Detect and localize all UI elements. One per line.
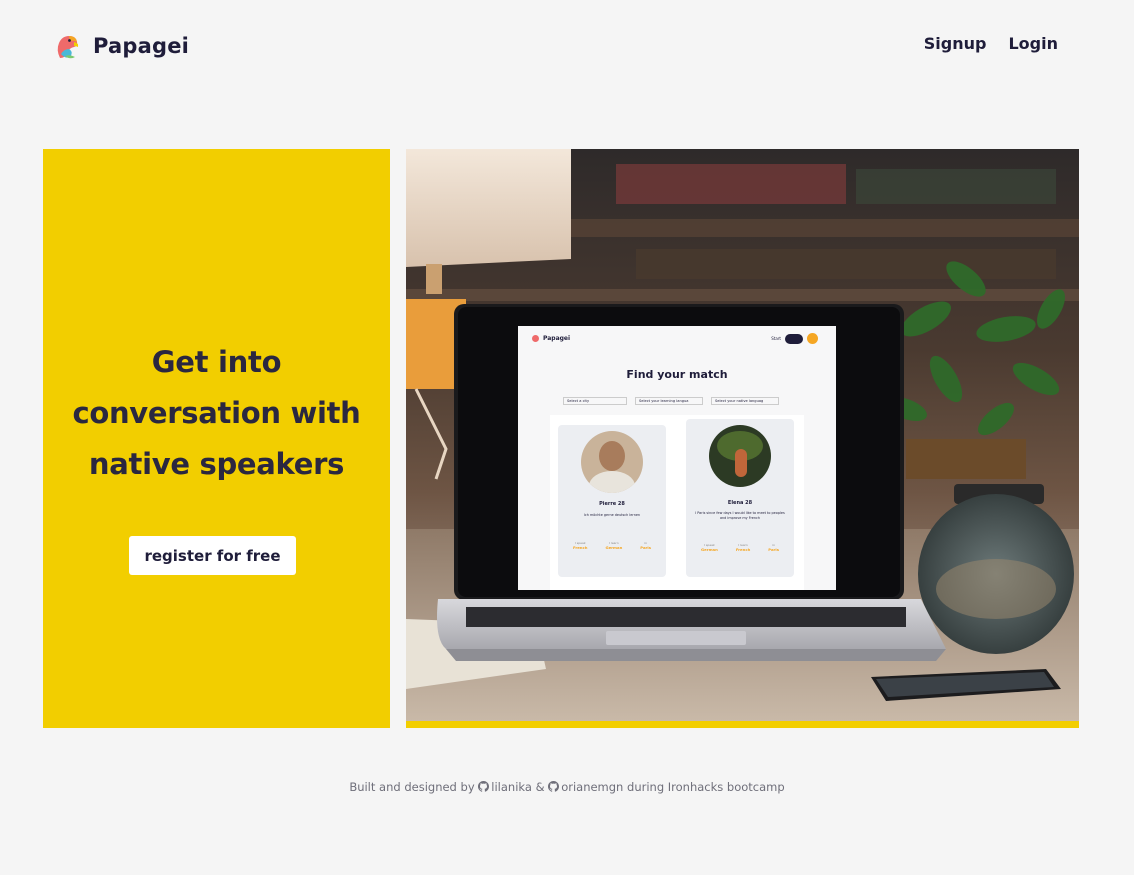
mockup-stat: in Paris <box>640 541 651 550</box>
mockup-stat-value: German <box>605 545 623 550</box>
mockup-card-stats: I speak French I learn German in Paris <box>564 541 660 550</box>
author-link-orianemgn[interactable]: orianemgn <box>561 780 623 794</box>
mockup-header: Papagei <box>532 335 570 342</box>
top-nav: Signup Login <box>924 34 1058 53</box>
signup-link[interactable]: Signup <box>924 34 987 53</box>
mockup-card-bio: I Paris since few days I would like to m… <box>695 511 785 520</box>
mockup-stat-value: Paris <box>768 547 779 552</box>
mockup-screen: Papagei Start Find your match Select a c… <box>518 326 836 590</box>
hero-card: Get into conversation with native speake… <box>43 149 390 728</box>
mockup-card-stats: I speak German I learn French in Paris <box>692 543 788 552</box>
mockup-card-name: Pierre 28 <box>599 501 625 507</box>
register-button[interactable]: register for free <box>129 536 296 575</box>
mockup-stat-value: French <box>735 547 751 552</box>
mockup-card: Pierre 28 Ich möchte gerne deutsch lerne… <box>558 425 666 577</box>
footer-suffix: during Ironhacks bootcamp <box>627 780 785 794</box>
mockup-nav-label: Start <box>771 336 781 341</box>
parrot-logo-icon <box>57 35 79 58</box>
mockup-stat: I learn French <box>736 543 750 552</box>
mockup-stat: in Paris <box>768 543 779 552</box>
hero-title: Get into conversation with native speake… <box>61 337 372 490</box>
site-footer: Built and designed by lilanika & orianem… <box>0 780 1134 794</box>
mockup-nav: Start <box>771 333 818 344</box>
mockup-stat-value: Paris <box>640 545 651 550</box>
mockup-stat: I speak German <box>701 543 718 552</box>
mockup-card-name: Elena 28 <box>727 500 753 506</box>
mockup-stat: I learn German <box>605 541 622 550</box>
hero-image: Papagei Start Find your match Select a c… <box>406 149 1079 728</box>
mockup-stat: I speak French <box>573 541 587 550</box>
mockup-stat-value: French <box>573 545 588 550</box>
mockup-brand-name: Papagei <box>543 335 571 342</box>
footer-amp: & <box>535 780 545 794</box>
mockup-chat-icon <box>785 333 803 344</box>
mockup-stat-value: German <box>701 547 718 552</box>
author-link-lilanika[interactable]: lilanika <box>491 780 532 794</box>
github-icon <box>478 781 490 792</box>
mockup-card-avatar <box>709 425 771 487</box>
login-link[interactable]: Login <box>1008 34 1058 53</box>
mockup-card: Elena 28 I Paris since few days I would … <box>686 419 794 577</box>
hero-title-line: conversation with <box>72 396 361 430</box>
brand-link[interactable]: Papagei <box>52 30 189 62</box>
mockup-logo-icon <box>532 335 539 342</box>
footer-prefix: Built and designed by <box>349 780 475 794</box>
mockup-card-avatar <box>581 431 643 493</box>
mockup-card-bio: Ich möchte gerne deutsch lernen <box>583 513 641 517</box>
brand-name: Papagei <box>93 34 190 58</box>
mockup-filters: Select a city Select your learning langu… <box>563 397 779 405</box>
mockup-filter: Select your native languag <box>711 397 779 405</box>
site-header: Papagei Signup Login <box>0 0 1134 92</box>
mockup-avatar-icon <box>807 333 818 344</box>
landing-page: Papagei Signup Login Get into conversati… <box>0 0 1134 875</box>
hero-title-line: native speakers <box>88 447 345 481</box>
mockup-filter: Select a city <box>563 397 627 405</box>
mockup-filter: Select your learning langua <box>635 397 703 405</box>
github-icon <box>548 781 560 792</box>
mockup-heading: Find your match <box>626 368 728 381</box>
hero-title-line: Get into <box>151 345 282 379</box>
mockup-cards: Pierre 28 Ich möchte gerne deutsch lerne… <box>550 415 804 590</box>
